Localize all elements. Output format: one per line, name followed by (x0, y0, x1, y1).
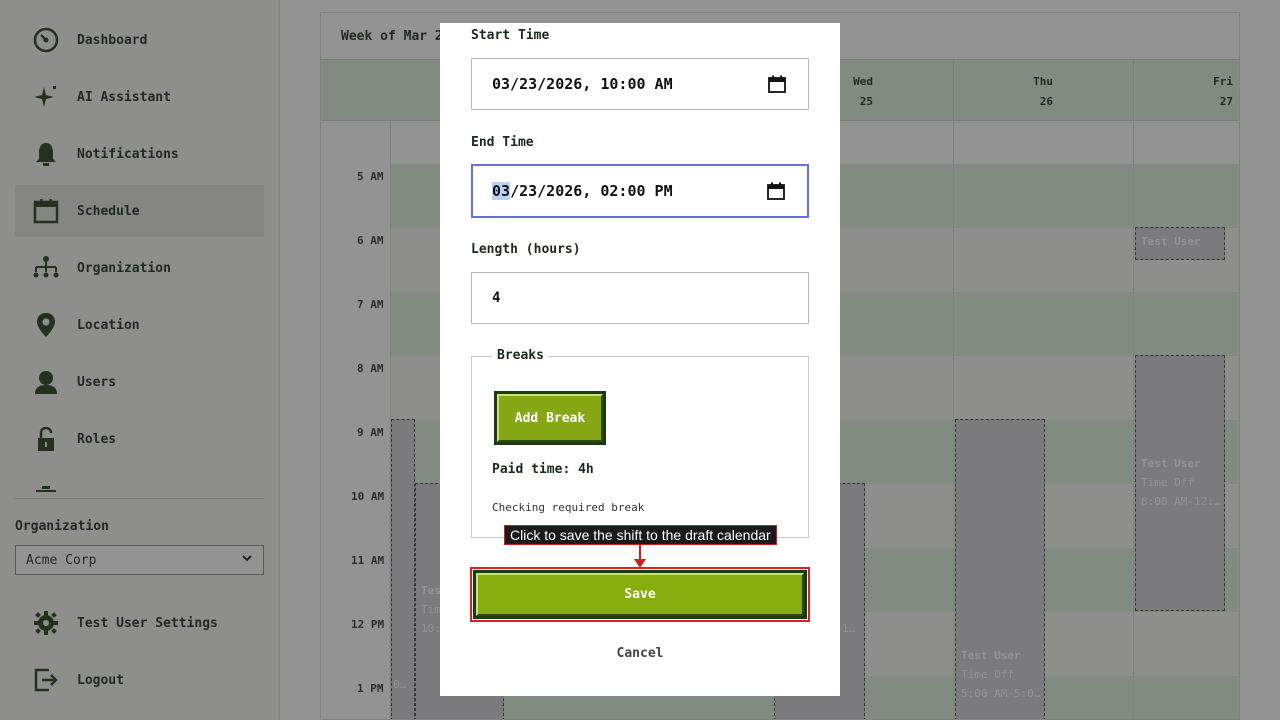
start-time-label: Start Time (471, 28, 550, 43)
save-button-highlight: Save (470, 567, 810, 622)
add-break-button[interactable]: Add Break (494, 391, 606, 445)
length-input[interactable]: 4 (471, 272, 809, 324)
cancel-button[interactable]: Cancel (440, 646, 840, 661)
end-time-month-selected: 03 (492, 182, 511, 200)
paid-time-text: Paid time: 4h (492, 462, 594, 477)
length-value: 4 (492, 290, 501, 306)
start-time-input[interactable]: 03/23/2026, 10:00 AM (471, 58, 809, 110)
breaks-legend: Breaks (492, 348, 549, 363)
shift-modal: Start Time 03/23/2026, 10:00 AM End Time… (440, 23, 840, 696)
end-time-label: End Time (471, 135, 534, 150)
save-label: Save (476, 573, 804, 616)
tooltip-arrow-head (634, 559, 646, 568)
save-button[interactable]: Save (473, 570, 807, 619)
instruction-tooltip: Click to save the shift to the draft cal… (504, 525, 777, 545)
tooltip-text: Click to save the shift to the draft cal… (505, 526, 776, 544)
length-label: Length (hours) (471, 242, 581, 257)
calendar-picker-icon[interactable] (768, 75, 786, 93)
start-time-value: 03/23/2026, 10:00 AM (492, 75, 673, 93)
end-time-value: /23/2026, 02:00 PM (510, 182, 673, 200)
end-time-input[interactable]: 03/23/2026, 02:00 PM (471, 164, 809, 218)
add-break-label: Add Break (497, 394, 603, 442)
checking-break-status: Checking required break (492, 501, 645, 514)
calendar-picker-icon[interactable] (767, 182, 785, 200)
breaks-fieldset: Breaks Add Break Paid time: 4h Checking … (471, 348, 809, 538)
